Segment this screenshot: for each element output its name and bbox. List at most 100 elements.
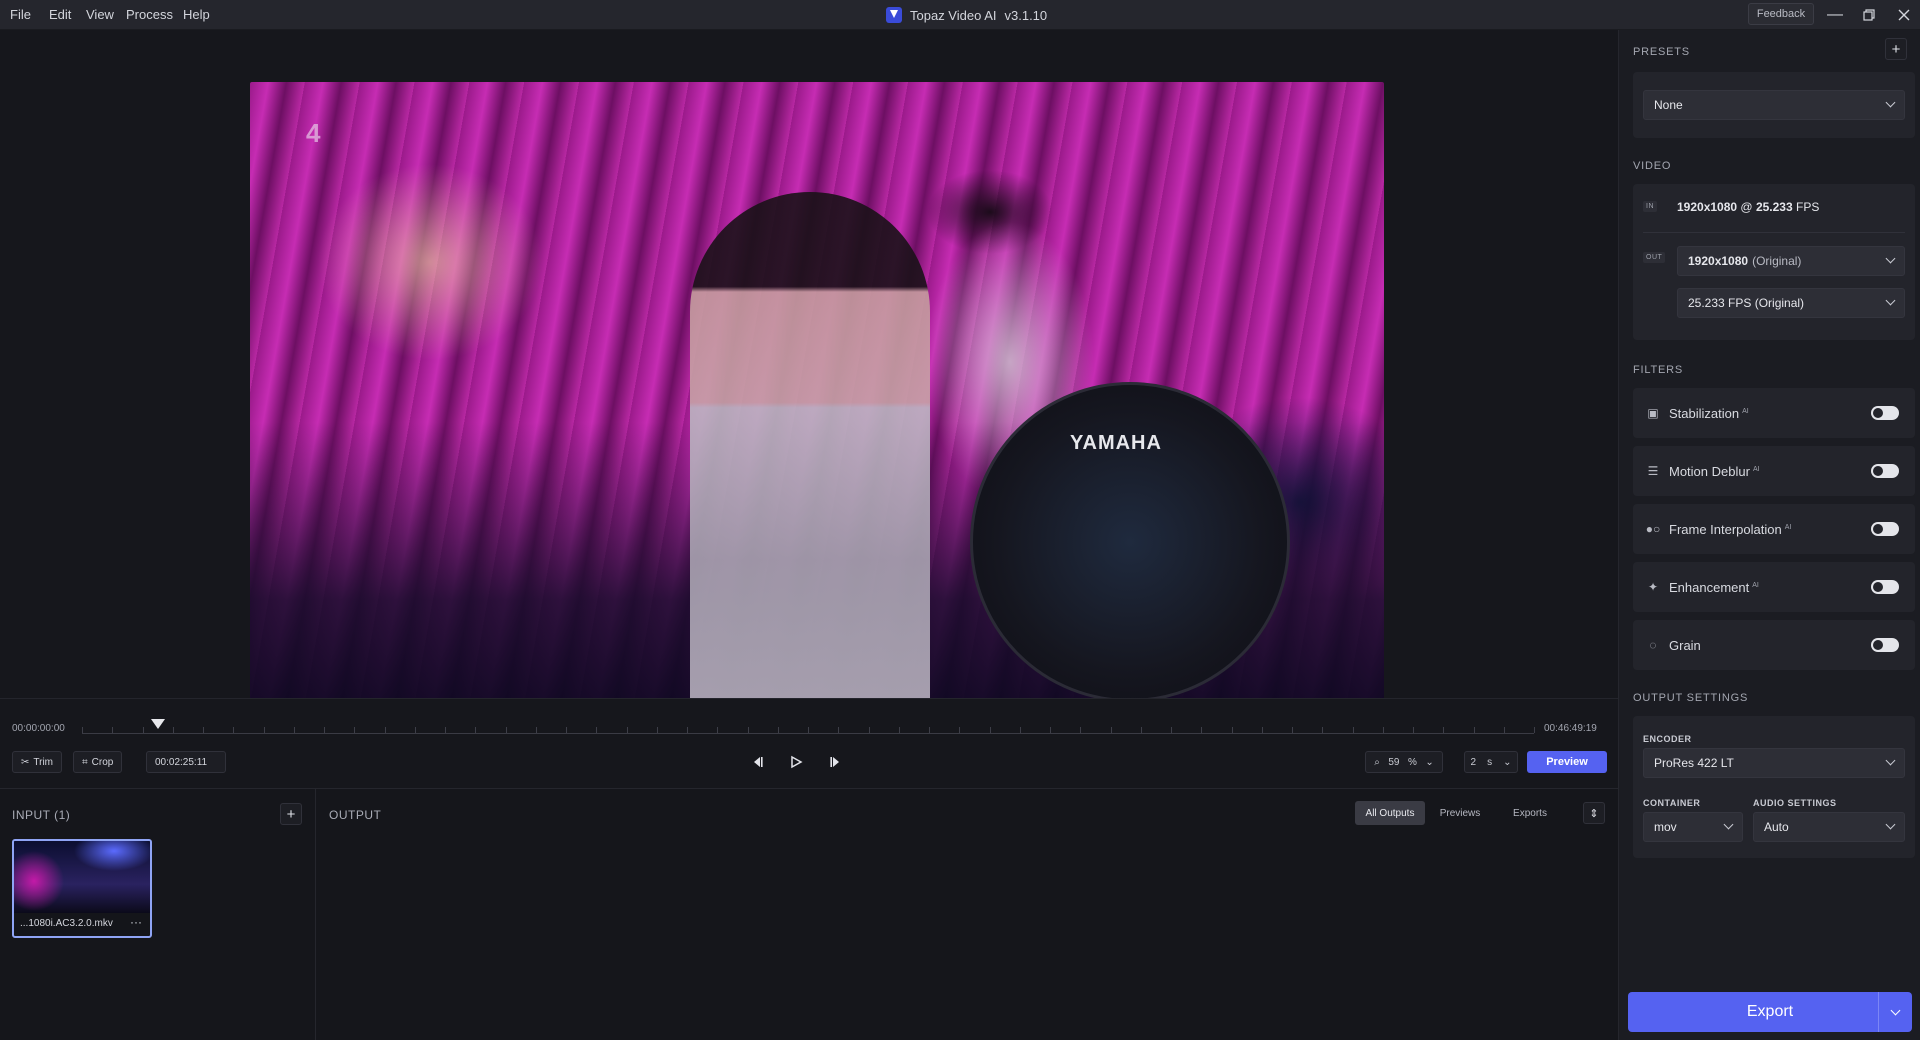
stabilization-toggle[interactable] [1871, 406, 1899, 420]
restore-icon[interactable] [1856, 3, 1882, 27]
timeline-tick [657, 727, 658, 733]
menu-file[interactable]: File [10, 7, 31, 22]
input-thumbnail-card[interactable]: ...1080i.AC3.2.0.mkv ··· [12, 839, 152, 938]
video-card: IN 1920x1080 @ 25.233 FPS OUT 1920x1080 … [1633, 184, 1915, 340]
output-fps-select[interactable]: 25.233 FPS (Original) [1677, 288, 1905, 318]
crop-icon: ⌗ [82, 756, 88, 768]
output-resolution-select[interactable]: 1920x1080 (Original) [1677, 246, 1905, 276]
preset-select[interactable]: None [1643, 90, 1905, 120]
grain-toggle[interactable] [1871, 638, 1899, 652]
play-icon[interactable] [784, 751, 808, 773]
feedback-button[interactable]: Feedback [1748, 3, 1814, 25]
more-options-icon[interactable]: ··· [130, 915, 142, 929]
close-icon[interactable] [1891, 3, 1917, 27]
container-value: mov [1654, 820, 1677, 834]
timeline-tick [899, 727, 900, 733]
chevron-down-icon [1723, 819, 1734, 830]
zoom-unit: % [1407, 756, 1417, 768]
video-preview[interactable]: YAMAHA 4 [250, 82, 1384, 718]
playhead[interactable] [150, 719, 165, 729]
export-button[interactable]: Export [1628, 992, 1912, 1032]
timeline-tick [1201, 727, 1202, 733]
timeline-tick [1534, 727, 1535, 733]
ai-badge: AI [1752, 465, 1760, 473]
video-title: VIDEO [1633, 160, 1672, 172]
filter-label-frame-interpolation: Frame Interpolation AI [1669, 522, 1791, 537]
step-size-select[interactable]: 2 s ⌄ [1464, 751, 1518, 773]
out-tag: OUT [1643, 252, 1666, 263]
audio-select[interactable]: Auto [1753, 812, 1905, 842]
step-unit: s [1487, 756, 1493, 768]
frame-interpolation-toggle[interactable] [1871, 522, 1899, 536]
timeline-tick [1262, 727, 1263, 733]
output-resolution-suffix: (Original) [1752, 254, 1802, 268]
tab-all-outputs[interactable]: All Outputs [1355, 801, 1425, 825]
timeline-tick [778, 727, 779, 733]
timeline-track[interactable] [82, 727, 1535, 734]
enhancement-toggle[interactable] [1871, 580, 1899, 594]
timecode-start: 00:00:00:00 [12, 723, 65, 734]
timeline-tick [385, 727, 386, 733]
step-forward-icon[interactable] [824, 751, 848, 773]
stabilization-icon: ▣ [1647, 406, 1659, 420]
export-label: Export [1746, 1003, 1794, 1020]
filter-motion-deblur[interactable]: ☰ Motion Deblur AI [1633, 446, 1915, 496]
trim-button[interactable]: ✂ Trim [12, 751, 63, 773]
ai-badge: AI [1752, 581, 1759, 589]
filter-stabilization[interactable]: ▣ Stabilization AI [1633, 388, 1915, 438]
timeline-tick [869, 727, 870, 733]
output-title: OUTPUT [329, 808, 382, 822]
zoom-select[interactable]: ⌕ 59 % ⌄ [1365, 751, 1443, 773]
motion-deblur-toggle[interactable] [1871, 464, 1899, 478]
add-preset-button[interactable]: + [1885, 38, 1907, 60]
preview-button[interactable]: Preview [1527, 751, 1607, 773]
container-select[interactable]: mov [1643, 812, 1743, 842]
menu-view[interactable]: View [86, 7, 114, 22]
tab-previews[interactable]: Previews [1425, 801, 1495, 825]
filter-name: Frame Interpolation [1669, 522, 1782, 537]
input-fps-unit: FPS [1796, 200, 1820, 214]
add-input-button[interactable]: + [280, 803, 302, 825]
minimize-icon[interactable]: — [1822, 3, 1848, 27]
encoder-label: ENCODER [1643, 734, 1692, 744]
timeline-tick [1383, 727, 1384, 733]
bass-drum [970, 382, 1290, 702]
sort-icon[interactable]: ⇕ [1583, 802, 1605, 824]
input-panel: INPUT (1) + ...1080i.AC3.2.0.mkv ··· [0, 789, 316, 1040]
filter-enhancement[interactable]: ✦ Enhancement AI [1633, 562, 1915, 612]
encoder-select[interactable]: ProRes 422 LT [1643, 748, 1905, 778]
export-options-button[interactable] [1878, 992, 1912, 1032]
chevron-down-icon [1890, 1005, 1901, 1015]
filter-grain[interactable]: ◌ Grain [1633, 620, 1915, 670]
settings-sidebar: PRESETS + None VIDEO IN 1920x1080 @ 25.2… [1618, 30, 1920, 1040]
drum-brand-text: YAMAHA [1070, 432, 1162, 454]
timeline-tick [415, 727, 416, 733]
title-bar: File Edit View Process Help Topaz Video … [0, 0, 1920, 30]
sparkle-icon: ✦ [1647, 580, 1659, 594]
chevron-down-icon [1885, 819, 1896, 830]
timeline-tick [1020, 727, 1021, 733]
ai-badge: AI [1784, 523, 1792, 531]
output-fps: 25.233 FPS (Original) [1688, 296, 1805, 310]
input-fps: 25.233 [1755, 200, 1793, 214]
crop-button[interactable]: ⌗ Crop [73, 751, 123, 773]
tab-exports[interactable]: Exports [1495, 801, 1565, 825]
menu-process[interactable]: Process [126, 7, 173, 22]
timecode-end: 00:46:49:19 [1544, 723, 1597, 734]
filter-label-stabilization: Stabilization AI [1669, 406, 1749, 421]
in-tag: IN [1643, 201, 1657, 212]
output-settings-title: OUTPUT SETTINGS [1633, 692, 1749, 704]
menu-help[interactable]: Help [183, 7, 210, 22]
app-title: Topaz Video AI v3.1.10 [886, 7, 1047, 23]
current-timecode-field[interactable]: 00:02:25:11 [146, 751, 226, 773]
timeline-tick [445, 727, 446, 733]
step-back-icon[interactable] [745, 751, 769, 773]
chevron-down-icon: ⌄ [1503, 756, 1512, 768]
presets-title: PRESETS [1633, 46, 1690, 58]
frame-interpolation-icon: ●○ [1645, 522, 1661, 536]
timeline-tick [143, 727, 144, 733]
filter-frame-interpolation[interactable]: ●○ Frame Interpolation AI [1633, 504, 1915, 554]
timeline-tick [929, 727, 930, 733]
presets-card: None [1633, 72, 1915, 138]
menu-edit[interactable]: Edit [49, 7, 71, 22]
